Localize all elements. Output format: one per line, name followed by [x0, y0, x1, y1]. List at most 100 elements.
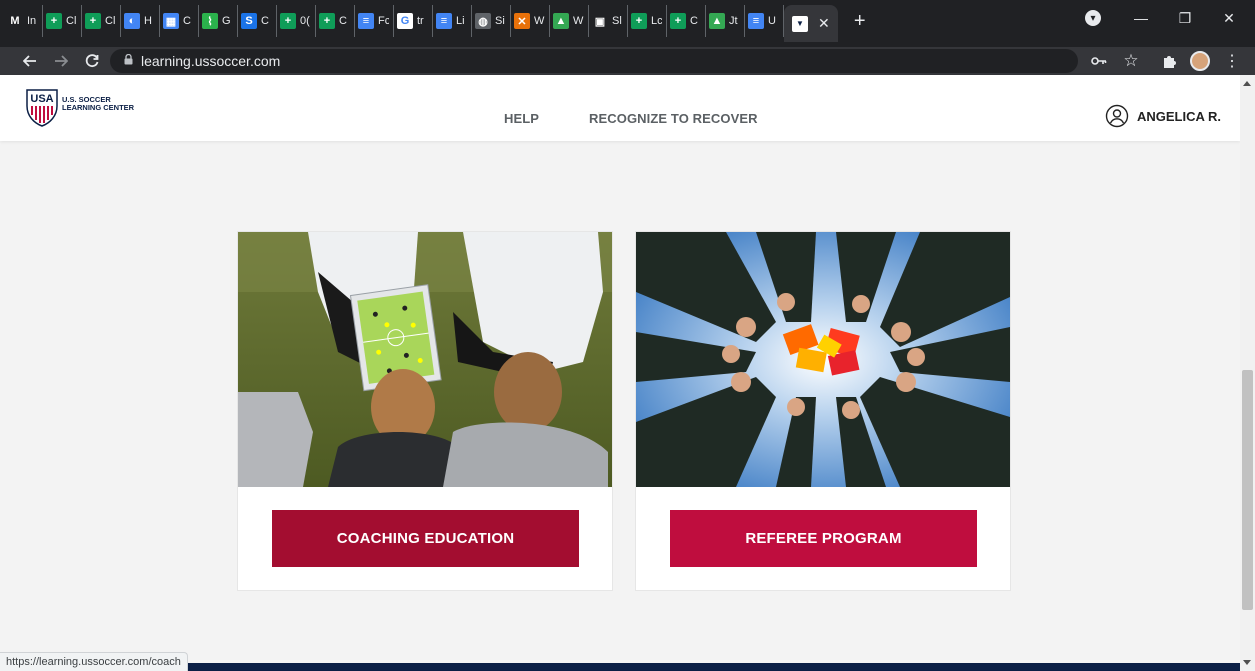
sheets-icon: + [670, 13, 686, 29]
forward-button[interactable] [49, 49, 73, 73]
minimize-button[interactable]: — [1119, 0, 1163, 36]
browser-tab[interactable]: Gtr [394, 5, 433, 37]
site-header: USA U.S. SOCCER LEARNING CENTER HELP REC… [0, 75, 1240, 141]
extensions-puzzle-icon[interactable] [1158, 49, 1180, 73]
arrow-right-icon [55, 55, 68, 67]
browser-tab[interactable]: ◍ Si [472, 5, 511, 37]
browser-tab[interactable]: + Cl [43, 5, 82, 37]
scrollbar-thumb[interactable] [1242, 370, 1253, 610]
back-button[interactable] [18, 49, 42, 73]
feedly-icon: ⌇ [202, 13, 218, 29]
referee-photo [636, 232, 1010, 487]
tab-title: C [339, 15, 347, 27]
tab-title: Jt [729, 15, 738, 27]
nav-recognize-to-recover-link[interactable]: RECOGNIZE TO RECOVER [589, 111, 758, 126]
browser-tab[interactable]: M In [4, 5, 43, 37]
coaching-education-button[interactable]: COACHING EDUCATION [272, 510, 579, 567]
tab-title: In [27, 15, 37, 27]
tab-title: C [183, 15, 191, 27]
box-icon: ▣ [592, 13, 608, 29]
user-circle-icon [1105, 104, 1129, 128]
sheets-icon: + [631, 13, 647, 29]
tab-title: H [144, 15, 152, 27]
browser-tab[interactable]: ≡ Fc [355, 5, 394, 37]
tab-title: Si [495, 15, 505, 27]
reload-icon [85, 54, 99, 68]
scroll-down-icon[interactable] [1243, 660, 1251, 665]
tab-title: G [222, 15, 231, 27]
coaching-education-card: COACHING EDUCATION [237, 231, 613, 591]
browser-toolbar: learning.ussoccer.com ☆ ⋮ [0, 47, 1255, 75]
reload-button[interactable] [80, 49, 104, 73]
browser-tab[interactable]: ▦ C [160, 5, 199, 37]
referee-program-button[interactable]: REFEREE PROGRAM [670, 510, 977, 567]
tab-title: C [261, 15, 269, 27]
browser-tab[interactable]: ⌇ G [199, 5, 238, 37]
tab-list: M In + Cl + Cl ◐ H ▦ C ⌇ G S C +0(+ C ≡ Fc Gtr ≡ Li ◍ Si ✕ W ▲ W ▣ S… [0, 5, 784, 37]
svg-text:USA: USA [30, 93, 53, 105]
google-icon: G [397, 13, 413, 29]
tab-title: Lc [651, 15, 662, 27]
browser-tab[interactable]: ✕ W [511, 5, 550, 37]
docs-icon: ≡ [358, 13, 374, 29]
scroll-up-icon[interactable] [1243, 81, 1251, 86]
address-url: learning.ussoccer.com [141, 53, 281, 69]
calendar-icon: ▦ [163, 13, 179, 29]
tab-title: tr [417, 15, 424, 27]
tab-title: Sl [612, 15, 622, 27]
color-wheel-icon: ◐ [124, 13, 140, 29]
close-tab-icon[interactable]: ✕ [818, 15, 830, 32]
ussoccer-favicon-icon: ▼ [792, 15, 808, 32]
star-icon[interactable]: ☆ [1120, 49, 1142, 73]
logo-wordmark: U.S. SOCCER LEARNING CENTER [62, 95, 135, 112]
new-tab-button[interactable]: + [846, 5, 874, 37]
arrow-left-icon [23, 55, 36, 67]
key-icon[interactable] [1088, 49, 1110, 73]
user-name: ANGELICA R. [1136, 108, 1221, 124]
tab-title: Fc [378, 15, 389, 27]
sheets-icon: + [46, 13, 62, 29]
link-status-bubble: https://learning.ussoccer.com/coach [0, 652, 188, 671]
nav-help-link[interactable]: HELP [504, 111, 539, 126]
address-bar[interactable]: learning.ussoccer.com [110, 49, 1078, 73]
browser-tab[interactable]: + C [667, 5, 706, 37]
globe-icon: ◍ [475, 13, 491, 29]
cube-icon: ▲ [709, 13, 725, 29]
restore-button[interactable]: ❐ [1163, 0, 1207, 36]
browser-tab[interactable]: SC [238, 5, 277, 37]
active-tab[interactable]: ▼ ✕ [784, 5, 838, 42]
browser-tab[interactable]: ▲ W [550, 5, 589, 37]
sheets-icon: + [280, 13, 296, 29]
lock-icon [124, 53, 133, 68]
browser-tab[interactable]: ▲ Jt [706, 5, 745, 37]
tab-title: W [573, 15, 584, 27]
browser-tab-strip: M In + Cl + Cl ◐ H ▦ C ⌇ G S C +0(+ C ≡ Fc Gtr ≡ Li ◍ Si ✕ W ▲ W ▣ S… [0, 0, 1255, 47]
ussoccer-crest-icon: USA [26, 89, 58, 127]
browser-tab[interactable]: + Cl [82, 5, 121, 37]
browser-tab[interactable]: + C [316, 5, 355, 37]
referee-program-card: REFEREE PROGRAM [635, 231, 1011, 591]
docs-icon: ≡ [748, 13, 764, 29]
browser-tab[interactable]: ▣ Sl [589, 5, 628, 37]
ussoccer-logo[interactable]: USA U.S. SOCCER LEARNING CENTER [26, 89, 134, 127]
tab-search-button[interactable]: ▾ [1076, 0, 1110, 36]
more-menu-icon[interactable]: ⋮ [1224, 49, 1240, 73]
chevron-down-icon: ▾ [1085, 10, 1101, 26]
page-scrollbar[interactable] [1240, 75, 1255, 671]
tab-title: Li [456, 15, 465, 27]
tab-title: Cl [105, 15, 116, 27]
browser-tab[interactable]: ≡ U [745, 5, 784, 37]
browser-tab[interactable]: + Lc [628, 5, 667, 37]
browser-tab[interactable]: +0( [277, 5, 316, 37]
tab-title: C [690, 15, 698, 27]
tab-title: Cl [66, 15, 77, 27]
user-menu[interactable]: ANGELICA R. [1105, 104, 1221, 128]
bird-icon: ✕ [514, 13, 530, 29]
browser-tab[interactable]: ≡ Li [433, 5, 472, 37]
browser-tab[interactable]: ◐ H [121, 5, 160, 37]
profile-avatar[interactable] [1187, 49, 1213, 73]
close-window-button[interactable]: ✕ [1207, 0, 1251, 36]
sheets-icon: + [319, 13, 335, 29]
tab-title: W [534, 15, 545, 27]
tab-title: U [768, 15, 776, 27]
